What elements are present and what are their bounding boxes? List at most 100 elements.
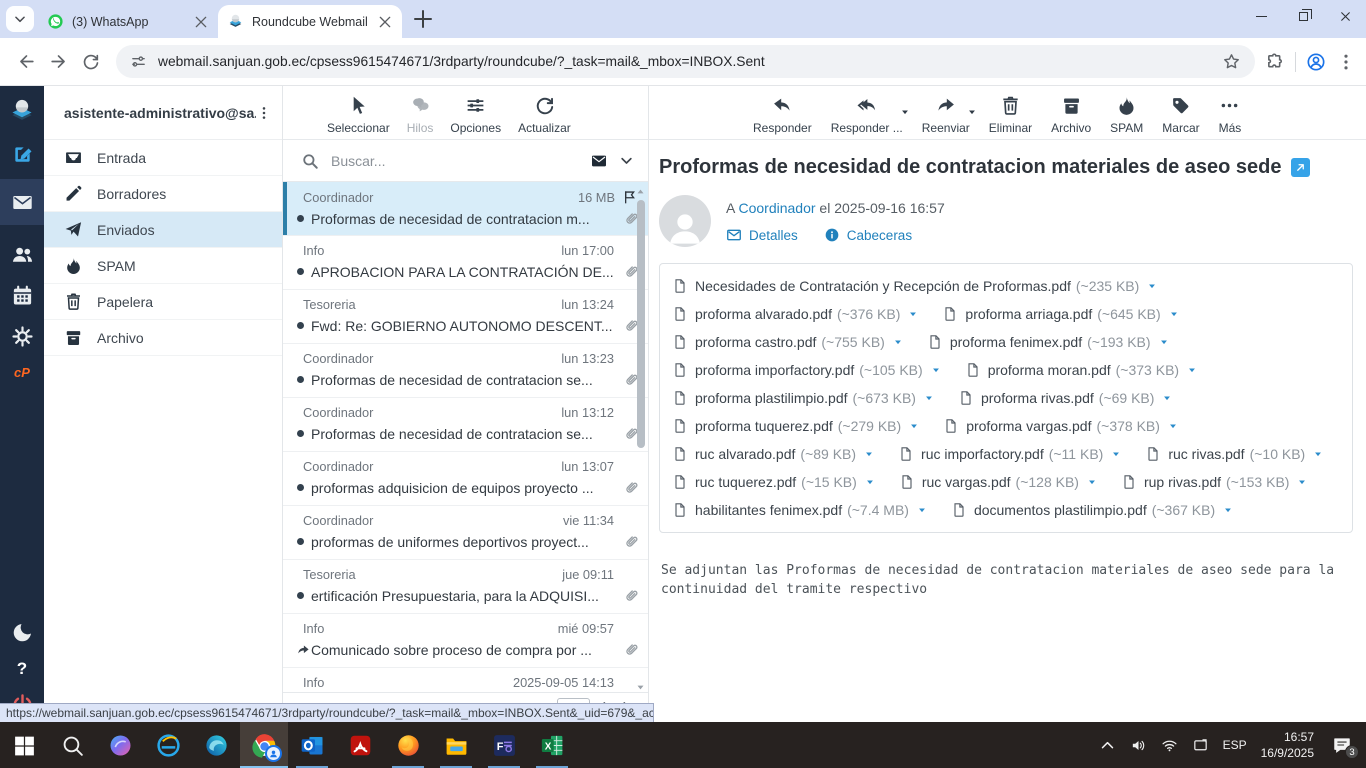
attachment-name[interactable]: proforma tuquerez.pdf (695, 418, 833, 434)
message-row[interactable]: Coordinador lun 13:07 proformas adquisicio… (283, 452, 648, 506)
attachment-menu-caret-icon[interactable] (864, 449, 874, 459)
attachment-name[interactable]: proforma fenimex.pdf (950, 334, 1082, 350)
attachment-menu-caret-icon[interactable] (1169, 309, 1179, 319)
attachment-item[interactable]: proforma alvarado.pdf (~376 KB) (672, 306, 918, 322)
taskbar-file-explorer-button[interactable] (432, 722, 480, 768)
wifi-icon[interactable] (1161, 737, 1178, 754)
attachment-item[interactable]: habilitantes fenimex.pdf (~7.4 MB) (672, 502, 927, 518)
minimize-button[interactable] (1240, 0, 1282, 33)
attachment-name[interactable]: proforma imporfactory.pdf (695, 362, 854, 378)
taskbar-clock[interactable]: 16:57 16/9/2025 (1261, 729, 1314, 761)
attachment-menu-caret-icon[interactable] (1187, 365, 1197, 375)
attachment-name[interactable]: documentos plastilimpio.pdf (974, 502, 1147, 518)
headers-toggle[interactable]: Cabeceras (824, 227, 912, 243)
mail-trash-button[interactable]: Eliminar (989, 95, 1032, 135)
mail-fire-button[interactable]: SPAM (1110, 95, 1143, 135)
settings-icon[interactable] (11, 325, 34, 348)
dropdown-caret-icon[interactable] (900, 107, 910, 117)
search-input[interactable] (329, 151, 579, 170)
attachment-item[interactable]: proforma moran.pdf (~373 KB) (965, 362, 1197, 378)
tab-roundcube[interactable]: Roundcube Webmail :: Enviados (218, 5, 402, 38)
mail-reply-all-button[interactable]: Responder ... (831, 95, 908, 135)
tab-whatsapp[interactable]: (3) WhatsApp (38, 5, 218, 38)
message-row[interactable]: Info lun 17:00 APROBACION PARA LA CONTRATA… (283, 236, 648, 290)
sidebar-folder-borradores[interactable]: Borradores (44, 176, 282, 212)
taskbar-fes-app-button[interactable]: F (480, 722, 528, 768)
taskbar-start-button[interactable] (0, 722, 48, 768)
attachment-item[interactable]: ruc tuquerez.pdf (~15 KB) (672, 474, 875, 490)
help-icon[interactable]: ? (17, 659, 27, 679)
list-cursor-button[interactable]: Seleccionar (327, 95, 390, 135)
search-scope-mail-icon[interactable] (589, 153, 609, 169)
message-row[interactable]: Coordinador lun 13:12 Proformas de necesid… (283, 398, 648, 452)
attachment-name[interactable]: proforma plastilimpio.pdf (695, 390, 848, 406)
taskbar-firefox-button[interactable] (384, 722, 432, 768)
close-tab-icon[interactable] (377, 14, 393, 30)
attachment-name[interactable]: ruc alvarado.pdf (695, 446, 795, 462)
attachment-name[interactable]: proforma rivas.pdf (981, 390, 1094, 406)
bookmark-star-icon[interactable] (1222, 52, 1241, 71)
restore-button[interactable] (1282, 0, 1324, 33)
attachment-name[interactable]: Necesidades de Contratación y Recepción … (695, 278, 1071, 294)
taskbar-internet-explorer-button[interactable] (144, 722, 192, 768)
url-text[interactable]: webmail.sanjuan.gob.ec/cpsess9615474671/… (158, 54, 1214, 69)
calendar-icon[interactable] (11, 284, 34, 307)
attachment-item[interactable]: rup rivas.pdf (~153 KB) (1121, 474, 1307, 490)
dark-mode-icon[interactable] (11, 621, 34, 644)
attachment-menu-caret-icon[interactable] (893, 337, 903, 347)
attachment-menu-caret-icon[interactable] (865, 477, 875, 487)
attachment-menu-caret-icon[interactable] (1168, 421, 1178, 431)
attachment-item[interactable]: ruc vargas.pdf (~128 KB) (899, 474, 1097, 490)
attachment-name[interactable]: ruc tuquerez.pdf (695, 474, 796, 490)
speaker-icon[interactable] (1130, 737, 1147, 754)
message-row[interactable]: Tesoreria jue 09:11 ertificación Presupues… (283, 560, 648, 614)
new-tab-button[interactable] (411, 7, 435, 31)
attachment-item[interactable]: proforma fenimex.pdf (~193 KB) (927, 334, 1169, 350)
nav-mail-active[interactable] (0, 179, 44, 225)
attachment-menu-caret-icon[interactable] (1147, 281, 1157, 291)
attachment-name[interactable]: proforma moran.pdf (988, 362, 1111, 378)
attachment-menu-caret-icon[interactable] (908, 309, 918, 319)
attachment-item[interactable]: Necesidades de Contratación y Recepción … (672, 278, 1157, 294)
forward-button[interactable] (42, 46, 74, 78)
taskbar-outlook-button[interactable] (288, 722, 336, 768)
sidebar-folder-papelera[interactable]: Papelera (44, 284, 282, 320)
attachment-item[interactable]: proforma imporfactory.pdf (~105 KB) (672, 362, 941, 378)
message-row[interactable]: Coordinador 16 MB Proformas de necesidad d… (283, 182, 648, 236)
reload-button[interactable] (74, 46, 106, 78)
attachment-menu-caret-icon[interactable] (1313, 449, 1323, 459)
list-refresh-button[interactable]: Actualizar (518, 95, 571, 135)
attachment-item[interactable]: proforma rivas.pdf (~69 KB) (958, 390, 1172, 406)
attachment-item[interactable]: proforma arriaga.pdf (~645 KB) (942, 306, 1178, 322)
mail-archive-button[interactable]: Archivo (1051, 95, 1091, 135)
cpanel-icon[interactable]: cP (14, 365, 30, 380)
attachment-item[interactable]: proforma plastilimpio.pdf (~673 KB) (672, 390, 934, 406)
taskbar-copilot-button[interactable] (96, 722, 144, 768)
taskbar-excel-button[interactable]: X (528, 722, 576, 768)
attachment-name[interactable]: proforma castro.pdf (695, 334, 816, 350)
attachment-menu-caret-icon[interactable] (1297, 477, 1307, 487)
mail-forward-button[interactable]: Reenviar (922, 95, 975, 135)
profile-avatar-icon[interactable] (1306, 52, 1326, 72)
account-header[interactable]: asistente-administrativo@sa... (44, 86, 282, 140)
attachment-item[interactable]: proforma castro.pdf (~755 KB) (672, 334, 903, 350)
scrollbar-down-icon[interactable] (636, 683, 645, 692)
address-bar[interactable]: webmail.sanjuan.gob.ec/cpsess9615474671/… (116, 45, 1255, 78)
attachment-menu-caret-icon[interactable] (1159, 337, 1169, 347)
sidebar-folder-spam[interactable]: SPAM (44, 248, 282, 284)
attachment-name[interactable]: ruc vargas.pdf (922, 474, 1011, 490)
details-toggle[interactable]: Detalles (726, 227, 798, 243)
message-row[interactable]: Tesoreria lun 13:24 Fwd: Re: GOBIERNO AUTO… (283, 290, 648, 344)
compose-icon[interactable] (11, 143, 34, 166)
close-tab-icon[interactable] (193, 14, 209, 30)
attachment-item[interactable]: documentos plastilimpio.pdf (~367 KB) (951, 502, 1233, 518)
message-row[interactable]: Info mié 09:57 Comunicado sobre proceso de… (283, 614, 648, 668)
folder-actions-icon[interactable] (256, 105, 272, 121)
action-center-icon[interactable]: 3 (1332, 735, 1359, 759)
taskbar-taskbar-search-button[interactable] (48, 722, 96, 768)
attachment-name[interactable]: proforma arriaga.pdf (965, 306, 1092, 322)
attachment-name[interactable]: ruc rivas.pdf (1168, 446, 1244, 462)
attachment-name[interactable]: proforma vargas.pdf (966, 418, 1091, 434)
tray-chevron-up-icon[interactable] (1099, 737, 1116, 754)
browser-menu-icon[interactable] (1336, 52, 1356, 72)
